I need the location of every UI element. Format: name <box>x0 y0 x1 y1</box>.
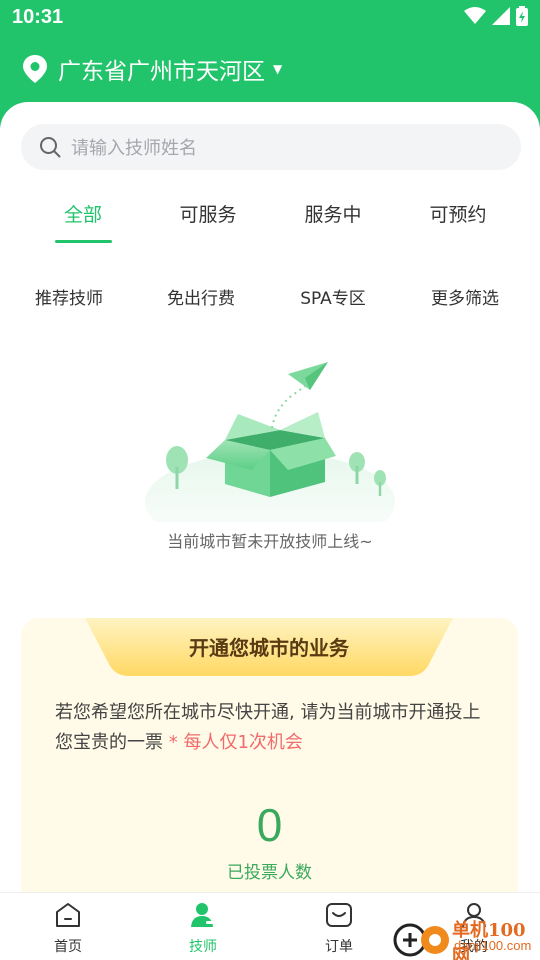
location-selector[interactable]: 广东省广州市天河区 ▼ <box>22 52 282 86</box>
promo-desc-note: * 每人仅1次机会 <box>168 732 303 753</box>
promo-title: 开通您城市的业务 <box>189 636 349 660</box>
wifi-icon <box>464 7 486 24</box>
search-bar[interactable]: 请输入技师姓名 <box>21 124 521 170</box>
filter-recommended[interactable]: 推荐技师 <box>9 284 129 309</box>
active-tab-indicator <box>55 240 112 243</box>
tab-in-service[interactable]: 服务中 <box>278 200 388 227</box>
filter-spa[interactable]: SPA专区 <box>273 284 393 309</box>
promo-description: 若您希望您所在城市尽快开通, 请为当前城市开通投上您宝贵的一票 * 每人仅1次机… <box>55 698 495 758</box>
caret-down-icon: ▼ <box>273 62 283 76</box>
signal-icon <box>492 7 510 25</box>
location-label: 广东省广州市天河区 <box>58 59 265 85</box>
vote-count-label: 已投票人数 <box>227 863 312 883</box>
empty-state-text: 当前城市暂未开放技师上线~ <box>167 532 373 551</box>
tab-all[interactable]: 全部 <box>28 200 138 227</box>
search-input[interactable]: 请输入技师姓名 <box>71 134 197 160</box>
site-watermark: 单机100网 danji100.com <box>392 916 540 960</box>
promo-card: 开通您城市的业务 若您希望您所在城市尽快开通, 请为当前城市开通投上您宝贵的一票… <box>21 618 518 908</box>
filter-more[interactable]: 更多筛选 <box>405 284 525 309</box>
filter-free-travel[interactable]: 免出行费 <box>141 284 261 309</box>
tabbar-home-label: 首页 <box>54 939 82 955</box>
tabbar-order-label: 订单 <box>325 939 353 955</box>
battery-charging-icon <box>516 6 528 26</box>
location-pin-icon <box>23 55 47 83</box>
open-box-paper-plane-illustration <box>145 362 395 522</box>
tab-bookable[interactable]: 可预约 <box>403 200 513 227</box>
watermark-line2: danji100.com <box>454 938 532 953</box>
filter-row: 推荐技师 免出行费 SPA专区 更多筛选 <box>0 284 540 314</box>
watermark-logo-icon <box>393 923 449 957</box>
order-icon <box>326 903 352 927</box>
tabbar-technician[interactable]: 技师 <box>163 901 243 956</box>
status-bar: 10:31 <box>0 0 540 36</box>
status-time: 10:31 <box>12 6 64 28</box>
technician-icon <box>191 903 215 927</box>
home-icon <box>56 903 80 927</box>
status-icons <box>464 6 528 26</box>
status-tabs: 全部 可服务 服务中 可预约 <box>0 192 540 248</box>
tabbar-order[interactable]: 订单 <box>299 901 379 956</box>
tab-available[interactable]: 可服务 <box>153 200 263 227</box>
tabbar-home[interactable]: 首页 <box>28 901 108 956</box>
vote-count: 0 <box>256 799 283 851</box>
content-sheet: 请输入技师姓名 全部 可服务 服务中 可预约 推荐技师 免出行费 SPA专区 更… <box>0 102 540 908</box>
search-icon <box>40 137 61 158</box>
tabbar-technician-label: 技师 <box>189 939 217 955</box>
